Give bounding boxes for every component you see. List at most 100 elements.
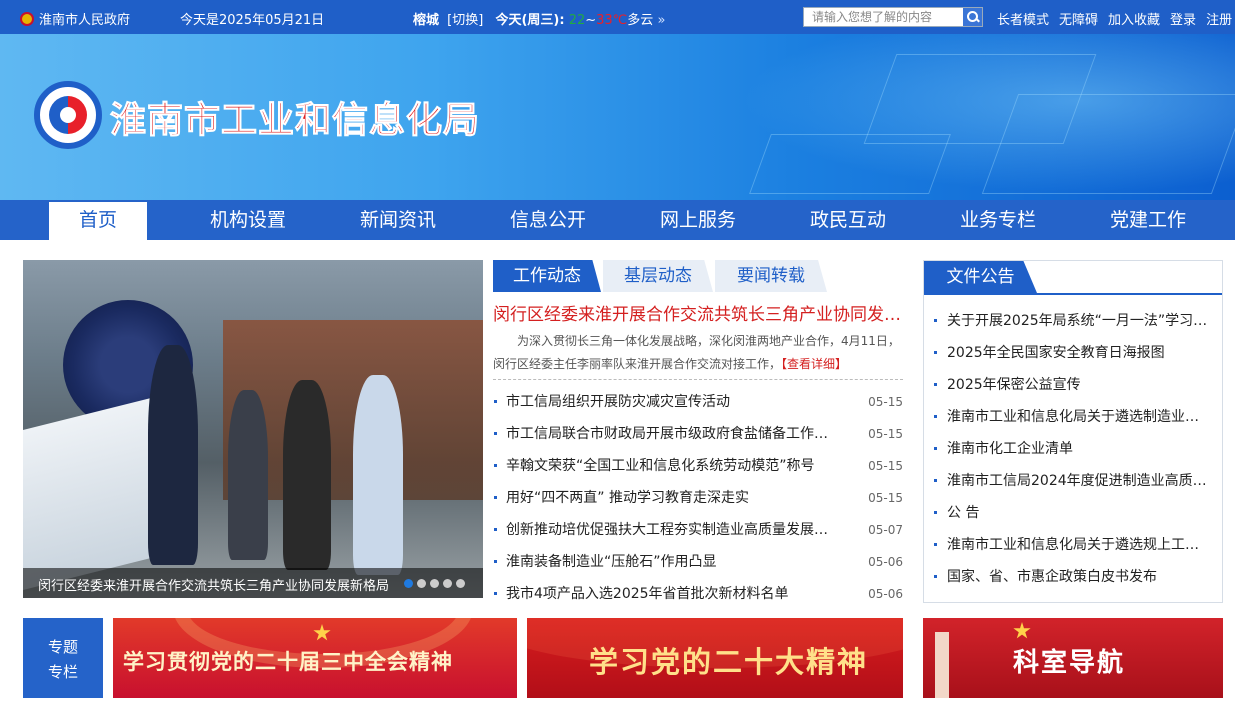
notice-item-title[interactable]: 2025年保密公益宣传 <box>947 369 1212 401</box>
nav-item-disclosure[interactable]: 信息公开 <box>473 200 623 240</box>
date-text: 今天是2025年05月21日 <box>180 13 325 28</box>
special-column-label[interactable]: 专题 专栏 <box>23 618 103 698</box>
list-item[interactable]: 国家、省、市惠企政策白皮书发布 <box>924 561 1222 593</box>
weather-widget: 榕城 [切换] 今天(周三): 22~33℃多云 » <box>413 9 665 28</box>
notice-list: 关于开展2025年局系统“一月一法”学习活动的通知 2025年全民国家安全教育日… <box>924 305 1222 593</box>
banner-third-plenum[interactable]: 学习贯彻党的二十届三中全会精神 <box>113 618 517 698</box>
news-date: 05-15 <box>868 491 903 505</box>
temp-high: 33℃ <box>596 13 628 28</box>
notice-header: 文件公告 <box>924 261 1222 295</box>
list-item[interactable]: 2025年全民国家安全教育日海报图 <box>924 337 1222 369</box>
carousel-dot[interactable] <box>417 579 426 588</box>
weather-more-icon[interactable]: » <box>657 13 665 28</box>
carousel-dots <box>404 579 465 588</box>
today-label: 今天(周三): <box>495 13 565 28</box>
list-item[interactable]: 2025年保密公益宣传 <box>924 369 1222 401</box>
carousel-caption[interactable]: 闵行区经委来淮开展合作交流共筑长三角产业协同发展新格局 <box>38 575 393 594</box>
carousel-photo-person <box>353 375 403 575</box>
gov-name[interactable]: 淮南市人民政府 <box>39 9 130 28</box>
notice-item-title[interactable]: 淮南市化工企业清单 <box>947 433 1212 465</box>
notice-title[interactable]: 文件公告 <box>924 261 1037 293</box>
notice-item-title[interactable]: 关于开展2025年局系统“一月一法”学习活动的通知 <box>947 305 1212 337</box>
list-item[interactable]: 淮南装备制造业“压舱石”作用凸显 05-06 <box>493 546 903 578</box>
carousel-dot[interactable] <box>456 579 465 588</box>
list-item[interactable]: 用好“四不两直” 推动学习教育走深走实 05-15 <box>493 482 903 514</box>
notice-item-title[interactable]: 公 告 <box>947 497 1212 529</box>
news-title[interactable]: 淮南装备制造业“压舱石”作用凸显 <box>506 546 841 578</box>
main-nav: 首页 机构设置 新闻资讯 信息公开 网上服务 政民互动 业务专栏 党建工作 <box>0 200 1235 240</box>
photo-carousel[interactable]: 闵行区经委来淮开展合作交流共筑长三角产业协同发展新格局 <box>23 260 483 598</box>
list-item[interactable]: 市工信局组织开展防灾减灾宣传活动 05-15 <box>493 386 903 418</box>
site-logo-icon[interactable] <box>34 81 102 149</box>
carousel-dot[interactable] <box>430 579 439 588</box>
notice-item-title[interactable]: 国家、省、市惠企政策白皮书发布 <box>947 561 1212 593</box>
login-link[interactable]: 登录 <box>1170 9 1196 28</box>
news-date: 05-15 <box>868 395 903 409</box>
carousel-photo-person <box>228 390 268 560</box>
news-date: 05-15 <box>868 459 903 473</box>
tab-work-news[interactable]: 工作动态 <box>493 260 601 292</box>
notice-item-title[interactable]: 淮南市工业和信息化局关于遴选规上工业企业的通知 <box>947 529 1212 561</box>
news-list: 市工信局组织开展防灾减灾宣传活动 05-15 市工信局联合市财政局开展市级政府食盐… <box>493 386 903 610</box>
news-date: 05-06 <box>868 587 903 601</box>
temp-low: 22 <box>568 13 586 28</box>
search-input[interactable] <box>804 8 964 26</box>
list-item[interactable]: 淮南市工信局2024年度促进制造业高质量发展政策兑现 <box>924 465 1222 497</box>
nav-item-news[interactable]: 新闻资讯 <box>323 200 473 240</box>
nav-item-business[interactable]: 业务专栏 <box>923 200 1073 240</box>
search-box <box>803 7 983 27</box>
elder-mode-link[interactable]: 长者模式 <box>997 9 1049 28</box>
banner-dept-nav[interactable]: 科室导航 <box>923 618 1223 698</box>
nav-item-online-service[interactable]: 网上服务 <box>623 200 773 240</box>
news-title[interactable]: 市工信局联合市财政局开展市级政府食盐储备工作检查 <box>506 418 841 450</box>
list-item[interactable]: 辛翰文荣获“全国工业和信息化系统劳动模范”称号 05-15 <box>493 450 903 482</box>
news-title[interactable]: 我市4项产品入选2025年省首批次新材料名单 <box>506 578 841 610</box>
nav-item-party[interactable]: 党建工作 <box>1073 200 1223 240</box>
special-line1: 专题 <box>47 638 78 656</box>
list-item[interactable]: 淮南市工业和信息化局关于遴选制造业企业的公告 <box>924 401 1222 433</box>
notice-item-title[interactable]: 2025年全民国家安全教育日海报图 <box>947 337 1212 369</box>
news-tabs: 工作动态 基层动态 要闻转载 <box>493 260 903 292</box>
nav-item-home[interactable]: 首页 <box>49 202 147 240</box>
news-summary: 为深入贯彻长三角一体化发展战略，深化闵淮两地产业合作，4月11日，闵行区经委主任… <box>493 330 903 376</box>
star-icon <box>1013 622 1031 639</box>
list-item[interactable]: 创新推动培优促强扶大工程夯实制造业高质量发展基础 05-07 <box>493 514 903 546</box>
news-headline[interactable]: 闵行区经委来淮开展合作交流共筑长三角产业协同发展新格局 <box>493 300 903 325</box>
news-divider <box>493 379 903 380</box>
banner-decor <box>981 94 1235 194</box>
news-title[interactable]: 用好“四不两直” 推动学习教育走深走实 <box>506 482 841 514</box>
list-item[interactable]: 淮南市工业和信息化局关于遴选规上工业企业的通知 <box>924 529 1222 561</box>
list-item[interactable]: 公 告 <box>924 497 1222 529</box>
news-panel: 工作动态 基层动态 要闻转载 闵行区经委来淮开展合作交流共筑长三角产业协同发展新… <box>493 260 903 602</box>
top-bar: 淮南市人民政府 今天是2025年05月21日 榕城 [切换] 今天(周三): 2… <box>0 0 1235 34</box>
notice-item-title[interactable]: 淮南市工业和信息化局关于遴选制造业企业的公告 <box>947 401 1212 433</box>
tab-local-news[interactable]: 基层动态 <box>603 260 713 292</box>
accessibility-link[interactable]: 无障碍 <box>1059 9 1098 28</box>
site-name[interactable]: 淮南市工业和信息化局 <box>109 91 480 143</box>
banner-twentieth-congress[interactable]: 学习党的二十大精神 <box>527 618 903 698</box>
special-line2: 专栏 <box>47 663 78 681</box>
notice-panel: 文件公告 关于开展2025年局系统“一月一法”学习活动的通知 2025年全民国家… <box>923 260 1223 603</box>
city-name: 榕城 <box>413 13 440 28</box>
carousel-dot[interactable] <box>443 579 452 588</box>
list-item[interactable]: 淮南市化工企业清单 <box>924 433 1222 465</box>
city-switch-link[interactable]: [切换] <box>447 13 483 28</box>
list-item[interactable]: 关于开展2025年局系统“一月一法”学习活动的通知 <box>924 305 1222 337</box>
news-title[interactable]: 市工信局组织开展防灾减灾宣传活动 <box>506 386 841 418</box>
nav-item-interaction[interactable]: 政民互动 <box>773 200 923 240</box>
news-title[interactable]: 创新推动培优促强扶大工程夯实制造业高质量发展基础 <box>506 514 841 546</box>
tab-reprint-news[interactable]: 要闻转载 <box>715 260 827 292</box>
news-title[interactable]: 辛翰文荣获“全国工业和信息化系统劳动模范”称号 <box>506 450 841 482</box>
banner-twentieth-congress-text: 学习党的二十大精神 <box>589 645 869 679</box>
add-favorite-link[interactable]: 加入收藏 <box>1108 9 1160 28</box>
nav-item-org[interactable]: 机构设置 <box>173 200 323 240</box>
list-item[interactable]: 市工信局联合市财政局开展市级政府食盐储备工作检查 05-15 <box>493 418 903 450</box>
news-more-link[interactable]: 【查看详细】 <box>781 357 847 371</box>
carousel-dot[interactable] <box>404 579 413 588</box>
notice-item-title[interactable]: 淮南市工信局2024年度促进制造业高质量发展政策兑现 <box>947 465 1212 497</box>
gov-link[interactable]: 淮南市人民政府 <box>20 9 130 28</box>
search-icon[interactable] <box>963 8 982 26</box>
list-item[interactable]: 我市4项产品入选2025年省首批次新材料名单 05-06 <box>493 578 903 610</box>
news-date: 05-06 <box>868 555 903 569</box>
register-link[interactable]: 注册 <box>1206 9 1232 28</box>
